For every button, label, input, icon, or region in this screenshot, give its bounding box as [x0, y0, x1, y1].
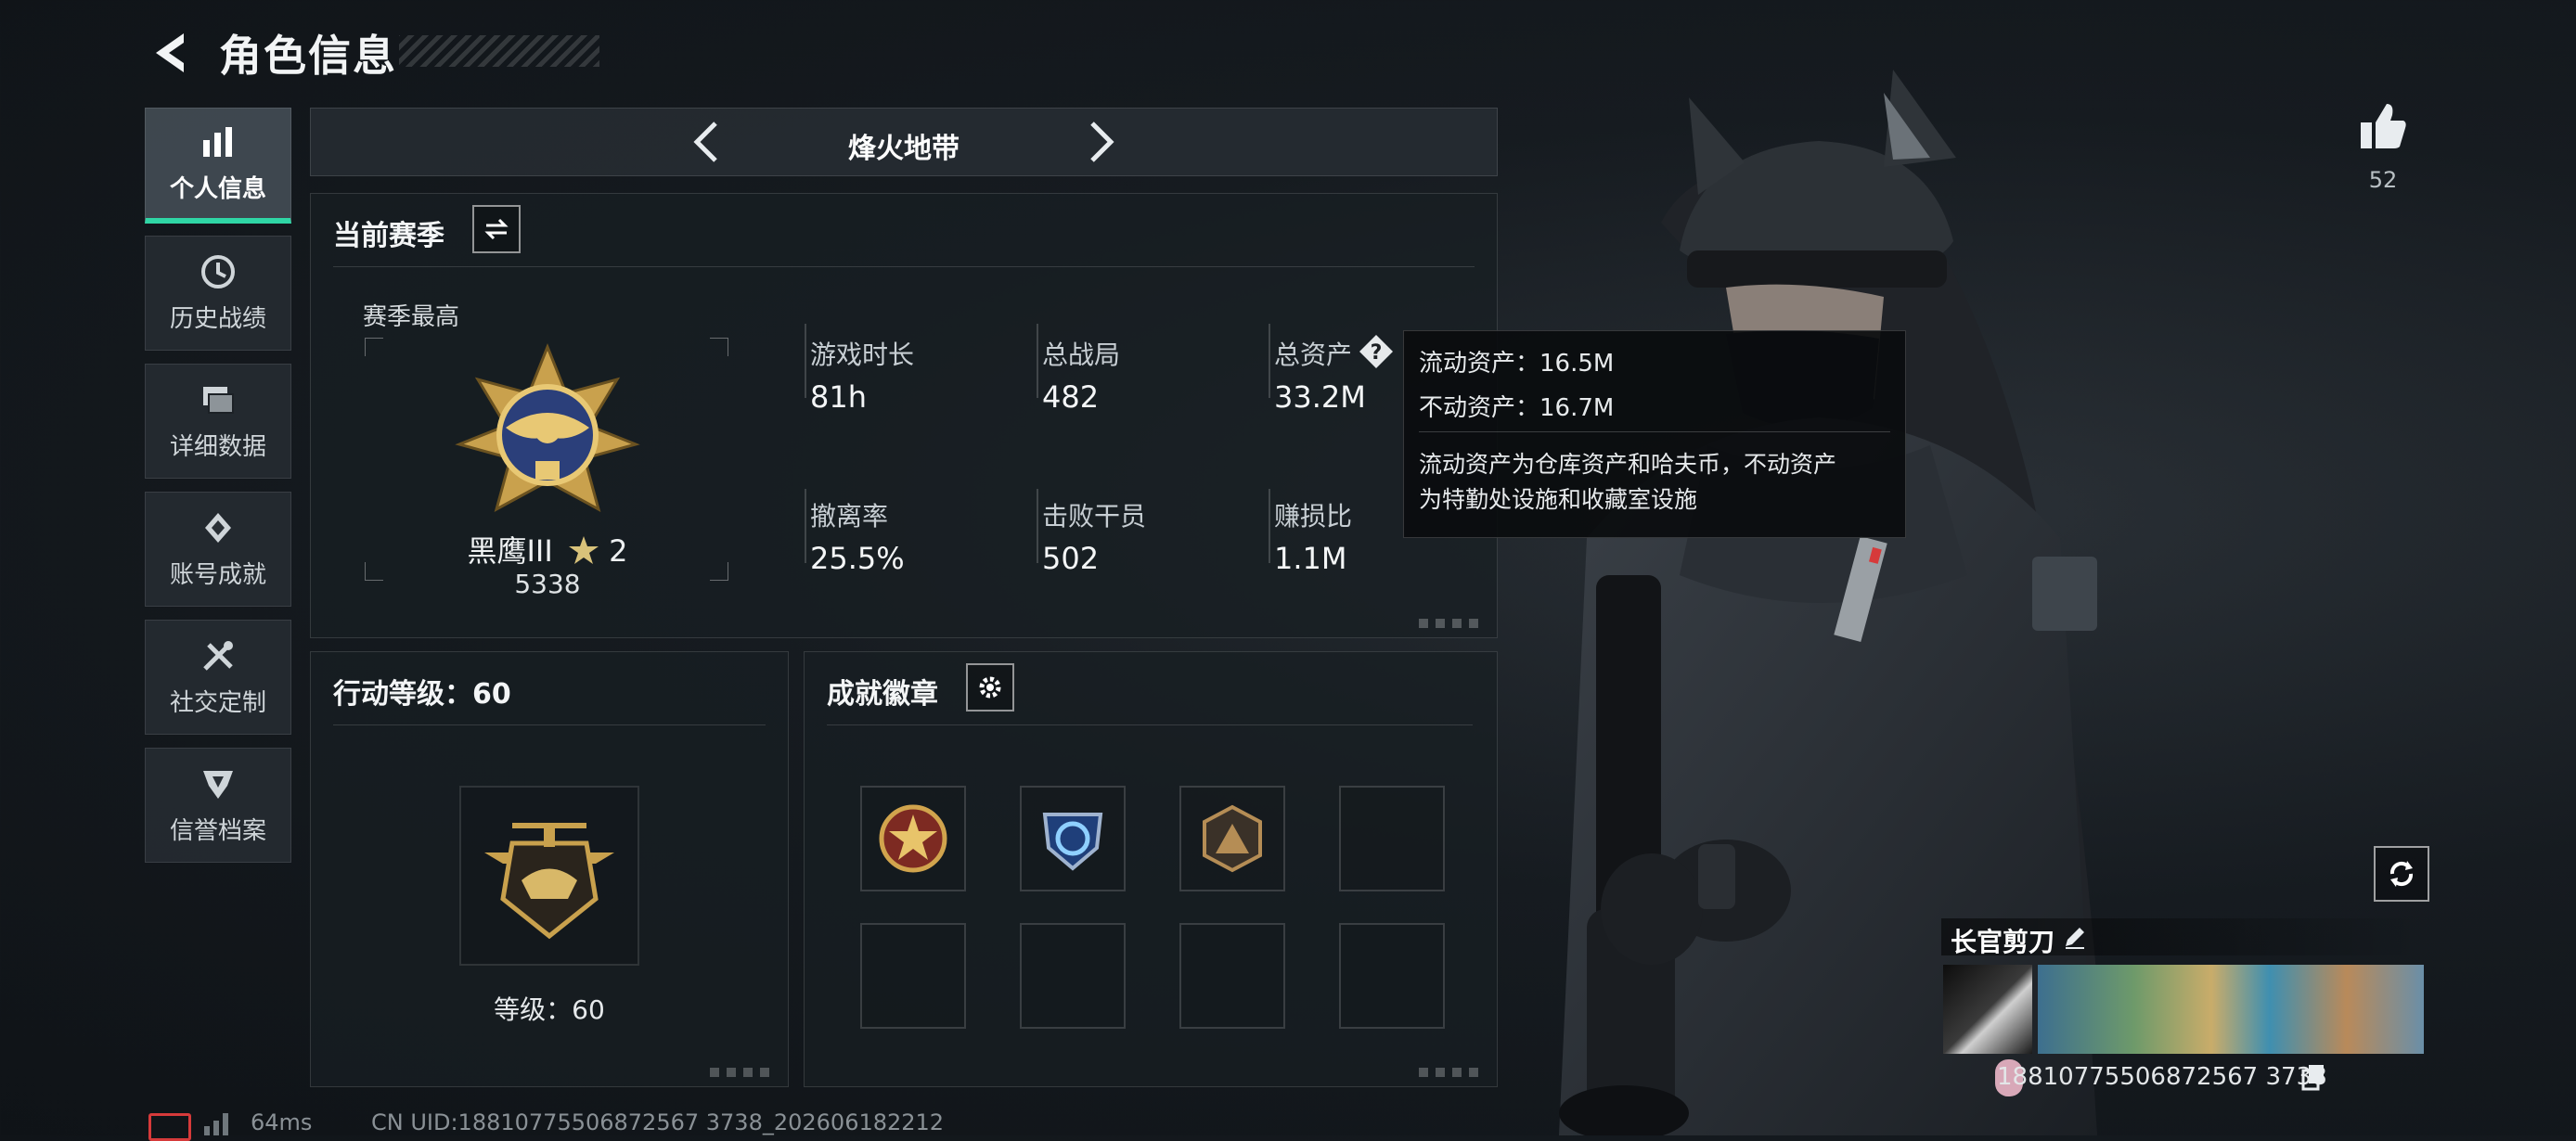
profile-banner-image [2038, 965, 2424, 1054]
help-icon[interactable]: ? [1358, 333, 1395, 374]
sidebar-item-history[interactable]: 历史战绩 [145, 236, 291, 351]
sidebar-item-label: 历史战绩 [169, 304, 266, 333]
rank-score: 5338 [514, 569, 581, 599]
credit-shield-icon [203, 770, 233, 799]
panel-corner-decoration [710, 1068, 775, 1077]
sidebar-item-social[interactable]: 社交定制 [145, 620, 291, 735]
badge-slot-empty[interactable] [1339, 923, 1445, 1029]
tooltip-fixed-assets: 不动资产：16.7M [1419, 394, 1615, 422]
sidebar-item-label: 详细数据 [169, 432, 266, 461]
action-level-title: 行动等级：60 [333, 678, 511, 711]
swap-icon [484, 218, 509, 240]
player-name-bar: 长官剪刀 [1941, 918, 2424, 957]
player-name: 长官剪刀 [1951, 927, 2055, 957]
season-title: 当前赛季 [333, 220, 444, 252]
stat-value-playtime: 81h [810, 379, 867, 415]
achievement-icon [205, 512, 231, 543]
tooltip-desc-line2: 为特勤处设施和收藏室设施 [1419, 486, 1698, 513]
red-star-badge-icon [879, 804, 947, 873]
action-level-value: 等级：60 [494, 994, 605, 1025]
season-best-label: 赛季最高 [363, 303, 460, 331]
tools-icon [203, 640, 233, 671]
sidebar-item-label: 账号成就 [169, 560, 266, 589]
blue-shield-badge-icon [1042, 813, 1103, 871]
rotate-model-button[interactable] [2374, 846, 2429, 902]
sidebar-item-achievements[interactable]: 账号成就 [145, 492, 291, 607]
sidebar-item-label: 社交定制 [169, 688, 266, 717]
tooltip-desc-line1: 流动资产为仓库资产和哈夫币，不动资产 [1419, 451, 1837, 478]
signal-icon [204, 1113, 228, 1135]
stat-label-total-assets: 总资产 [1274, 340, 1353, 370]
avatar[interactable] [1943, 965, 2032, 1054]
page-title: 角色信息 [219, 31, 397, 81]
stat-value-extraction-rate: 25.5% [810, 541, 905, 576]
stat-label-kills: 击败干员 [1042, 501, 1147, 532]
action-level-panel: 行动等级：60 等级：60 [310, 651, 789, 1087]
panel-corner-decoration [1419, 1068, 1484, 1077]
refresh-icon [2389, 861, 2414, 887]
copy-icon[interactable] [2301, 1063, 2325, 1091]
stat-value-total-matches: 482 [1042, 379, 1100, 415]
action-level-emblem-frame [459, 786, 639, 966]
season-panel: 当前赛季 赛季最高 黑鹰III 2 5338 游戏时长 81h 总战局 482 … [310, 193, 1498, 638]
title-hatch-decoration [399, 35, 599, 67]
chevron-right-icon[interactable] [1085, 120, 1118, 164]
badge-slot-empty[interactable] [860, 923, 966, 1029]
gear-icon [979, 676, 1001, 699]
assets-tooltip: 流动资产：16.5M 不动资产：16.7M 流动资产为仓库资产和哈夫币，不动资产… [1403, 330, 1906, 538]
achievement-badges-panel: 成就徽章 [804, 651, 1498, 1087]
badge-slot[interactable] [1179, 786, 1285, 891]
svg-text:?: ? [1371, 341, 1383, 365]
sidebar-item-label: 信誉档案 [169, 816, 266, 845]
battery-icon [148, 1113, 191, 1141]
helicopter-emblem-icon [484, 823, 614, 940]
stat-label-profit-ratio: 赚损比 [1274, 501, 1353, 532]
switch-season-button[interactable] [472, 205, 521, 253]
stat-label-total-matches: 总战局 [1042, 340, 1121, 370]
thumbs-up-icon[interactable] [2357, 100, 2409, 152]
rank-line: 黑鹰III 2 [311, 528, 784, 570]
stat-label-extraction-rate: 撤离率 [810, 501, 889, 532]
sidebar-item-credit[interactable]: 信誉档案 [145, 748, 291, 863]
badge-slot[interactable] [860, 786, 966, 891]
stat-value-total-assets: 33.2M [1274, 379, 1366, 415]
player-uid: 18810775506872567 3738 [1997, 1063, 2327, 1091]
sidebar-item-personal-info[interactable]: 个人信息 [145, 108, 291, 224]
badge-slot-empty[interactable] [1339, 786, 1445, 891]
badge-slot-empty[interactable] [1020, 923, 1126, 1029]
like-count: 52 [2368, 167, 2398, 193]
bar-chart-icon [203, 126, 232, 157]
stat-value-profit-ratio: 1.1M [1274, 541, 1347, 576]
back-arrow-icon[interactable] [147, 28, 197, 78]
sidebar-item-label: 个人信息 [169, 174, 266, 203]
hex-triangle-badge-icon [1203, 804, 1262, 873]
clock-history-icon [201, 254, 235, 288]
star-icon [568, 536, 599, 564]
mode-selector: 烽火地带 [310, 108, 1498, 176]
stat-label-playtime: 游戏时长 [810, 340, 915, 370]
edit-name-icon[interactable] [2062, 924, 2088, 950]
badges-title: 成就徽章 [827, 678, 938, 711]
tooltip-liquid-assets: 流动资产：16.5M [1419, 350, 1615, 378]
panel-corner-decoration [1419, 619, 1484, 628]
rank-stars: 2 [609, 533, 628, 569]
stat-value-kills: 502 [1042, 541, 1100, 576]
rank-name: 黑鹰III [467, 533, 553, 569]
footer-uid: CN UID:18810775506872567 3738_2026061822… [371, 1109, 945, 1135]
badge-slot[interactable] [1020, 786, 1126, 891]
cards-icon [203, 386, 234, 414]
badge-settings-button[interactable] [966, 663, 1014, 712]
ping-value: 64ms [251, 1109, 313, 1135]
badge-slot-empty[interactable] [1179, 923, 1285, 1029]
mode-label: 烽火地带 [848, 133, 960, 165]
sidebar-item-detailed-data[interactable]: 详细数据 [145, 364, 291, 479]
black-hawk-rank-medal-icon [455, 342, 640, 513]
